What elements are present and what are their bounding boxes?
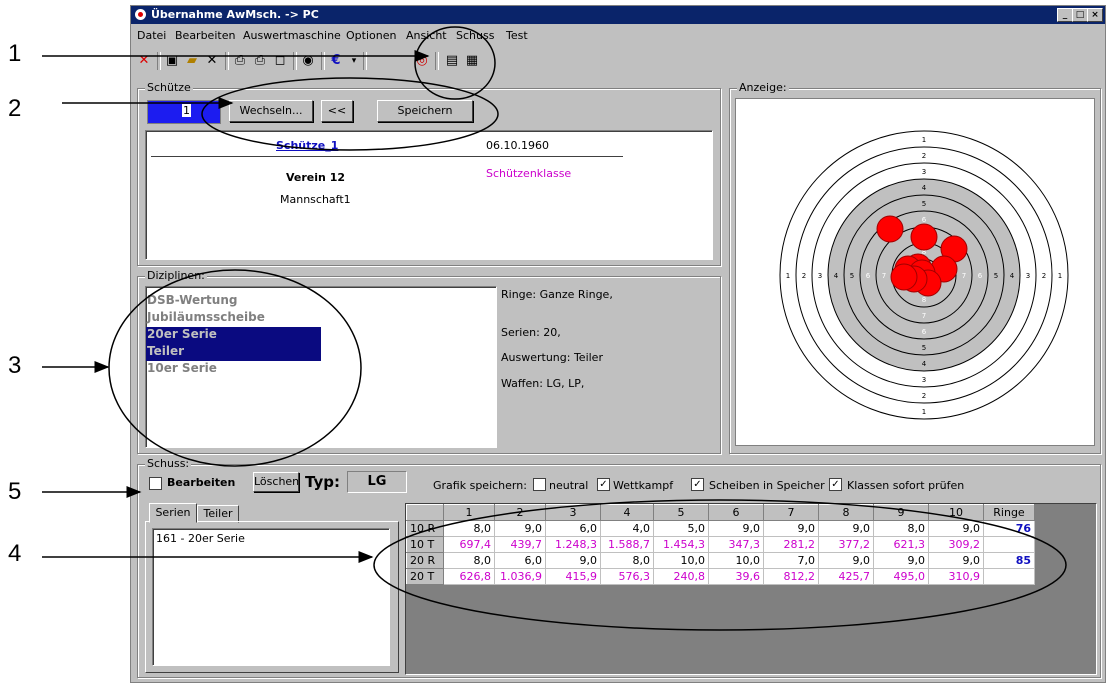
ellipse-3 (108, 269, 362, 467)
tab-serien[interactable]: Serien (149, 503, 197, 523)
ellipse-4 (373, 499, 1067, 631)
annotation-overlay (42, 26, 1067, 631)
ellipse-2 (201, 77, 499, 151)
